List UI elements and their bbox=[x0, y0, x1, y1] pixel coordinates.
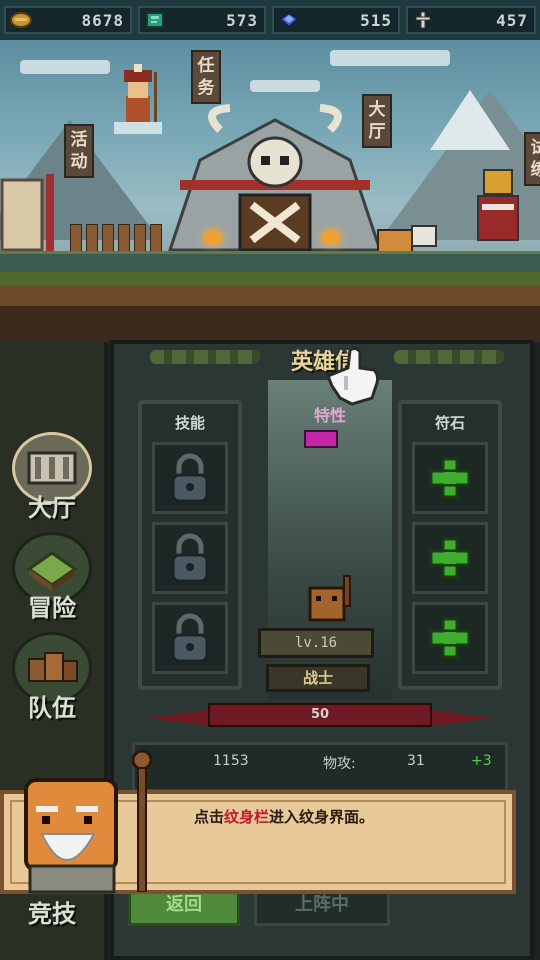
hall-sign-label: 大厅 bbox=[368, 100, 386, 142]
skill-slot-1[interactable] bbox=[152, 442, 228, 514]
mountain-snow bbox=[430, 90, 510, 150]
plus-icon bbox=[429, 537, 471, 579]
cloud bbox=[250, 80, 320, 92]
gold-value: 8678 bbox=[81, 11, 124, 30]
dialog-message: 点击纹身栏进入纹身界面。 bbox=[194, 806, 374, 827]
torch-icon bbox=[322, 230, 340, 244]
hero-level: lv.16 bbox=[258, 628, 374, 658]
right-sign-label: 试练 bbox=[530, 138, 540, 180]
elder-npc-portrait bbox=[24, 778, 118, 894]
blue-diamond-icon bbox=[278, 11, 300, 29]
staff-icon bbox=[132, 749, 152, 892]
hero-hp-bar: 50 bbox=[208, 703, 432, 727]
resource-bar: 8678 573 515 457 bbox=[0, 0, 540, 40]
diamond-value: 515 bbox=[360, 11, 392, 30]
dialog-suffix: 进入纹身界面。 bbox=[269, 808, 375, 826]
nav-adventure-label: 冒险 bbox=[28, 594, 76, 622]
gold-coin-icon bbox=[10, 12, 32, 28]
cloud bbox=[20, 60, 110, 74]
village-scene: 任务 活动 大厅 试练 bbox=[0, 40, 540, 280]
nav-adventure-button[interactable]: 冒险 bbox=[8, 532, 96, 622]
nav-arena-label: 竞技 bbox=[28, 900, 76, 928]
skill-slot-3[interactable] bbox=[152, 602, 228, 674]
quest-sign[interactable]: 任务 bbox=[191, 50, 221, 104]
nav-team-label: 队伍 bbox=[28, 694, 76, 722]
stats-box: 1153 物攻: 31 +3 bbox=[132, 742, 508, 792]
skills-header: 技能 bbox=[174, 414, 205, 432]
rune-slot-2[interactable] bbox=[412, 522, 488, 594]
dialog-highlight: 纹身栏 bbox=[224, 808, 270, 826]
skills-column: 技能 bbox=[138, 400, 242, 690]
lock-icon bbox=[171, 613, 209, 663]
activity-sign-label: 活动 bbox=[70, 130, 88, 172]
diamond-counter: 515 bbox=[272, 6, 400, 34]
stat-atk-label: 物攻: bbox=[323, 756, 356, 772]
cloud bbox=[330, 50, 450, 66]
game-screen: 8678 573 515 457 任务 活动 大厅 试练 大厅 冒险 队伍 竞技… bbox=[0, 0, 540, 960]
lock-icon bbox=[171, 453, 209, 503]
hero-warrior-sprite bbox=[308, 575, 351, 622]
merchant-npc[interactable] bbox=[470, 160, 530, 260]
leaf-decoration bbox=[150, 350, 260, 364]
shaman-hero[interactable] bbox=[108, 62, 168, 142]
ribbon-left bbox=[146, 710, 208, 726]
stat-atk-value: 31 bbox=[407, 753, 425, 769]
nav-hall-button[interactable]: 大厅 bbox=[8, 432, 96, 522]
lock-icon bbox=[171, 533, 209, 583]
dialog-prefix: 点击 bbox=[194, 808, 225, 826]
sword-counter: 457 bbox=[406, 6, 536, 34]
trait-gem-icon bbox=[304, 430, 338, 448]
stat-hp-value: 1153 bbox=[213, 753, 249, 769]
quest-sign-label: 任务 bbox=[197, 56, 215, 98]
hero-class: 战士 bbox=[266, 664, 370, 692]
runes-column: 符石 bbox=[398, 400, 502, 690]
grass-strip bbox=[0, 272, 540, 309]
skull-hall[interactable] bbox=[160, 100, 390, 260]
plus-icon bbox=[429, 617, 471, 659]
runes-header: 符石 bbox=[434, 414, 465, 432]
rune-slot-3[interactable] bbox=[412, 602, 488, 674]
gold-counter: 8678 bbox=[4, 6, 132, 34]
skill-slot-2[interactable] bbox=[152, 522, 228, 594]
sword-icon bbox=[415, 11, 431, 29]
nav-team-button[interactable]: 队伍 bbox=[8, 632, 96, 722]
right-sign[interactable]: 试练 bbox=[524, 132, 540, 186]
torch-icon bbox=[204, 230, 222, 244]
rune-slot-1[interactable] bbox=[412, 442, 488, 514]
nav-hall-label: 大厅 bbox=[28, 494, 76, 522]
plus-icon bbox=[429, 457, 471, 499]
sword-value: 457 bbox=[496, 11, 528, 30]
dirt-strip bbox=[0, 306, 540, 342]
ribbon-right bbox=[432, 710, 494, 726]
green-gem-icon bbox=[146, 12, 164, 28]
gem-value: 573 bbox=[226, 11, 258, 30]
hall-sign[interactable]: 大厅 bbox=[362, 94, 392, 148]
pointer-hand-icon bbox=[326, 346, 380, 406]
leaf-decoration bbox=[394, 350, 504, 364]
stat-atk-bonus: +3 bbox=[471, 753, 492, 769]
gem-counter: 573 bbox=[138, 6, 266, 34]
activity-sign[interactable]: 活动 bbox=[64, 124, 94, 178]
